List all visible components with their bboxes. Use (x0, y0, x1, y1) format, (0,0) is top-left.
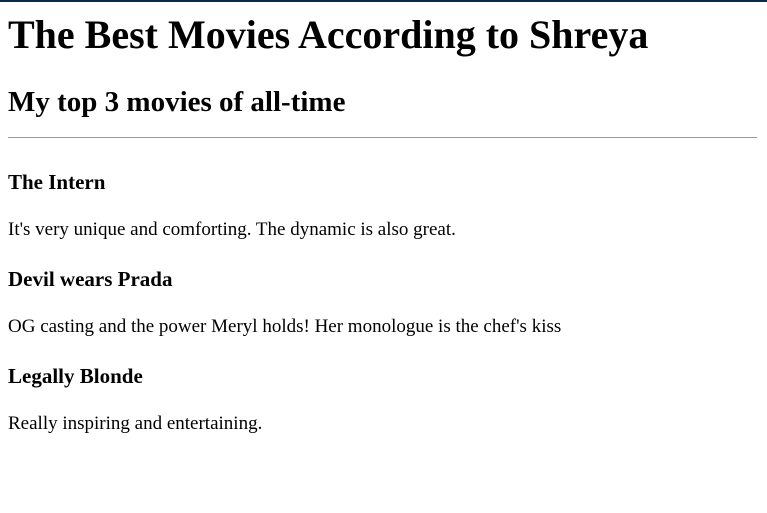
movie-title-3: Legally Blonde (8, 364, 143, 388)
browser-top-border (0, 0, 767, 2)
movie-description-3: Really inspiring and entertaining. (8, 413, 263, 434)
movie-title-1: The Intern (8, 170, 106, 194)
movie-description-1: It's very unique and comforting. The dyn… (8, 219, 456, 240)
horizontal-divider (8, 137, 757, 138)
page-subtitle: My top 3 movies of all-time (8, 86, 346, 118)
movie-title-2: Devil wears Prada (8, 267, 173, 291)
page-title: The Best Movies According to Shreya (8, 12, 649, 57)
movie-description-2: OG casting and the power Meryl holds! He… (8, 316, 562, 337)
